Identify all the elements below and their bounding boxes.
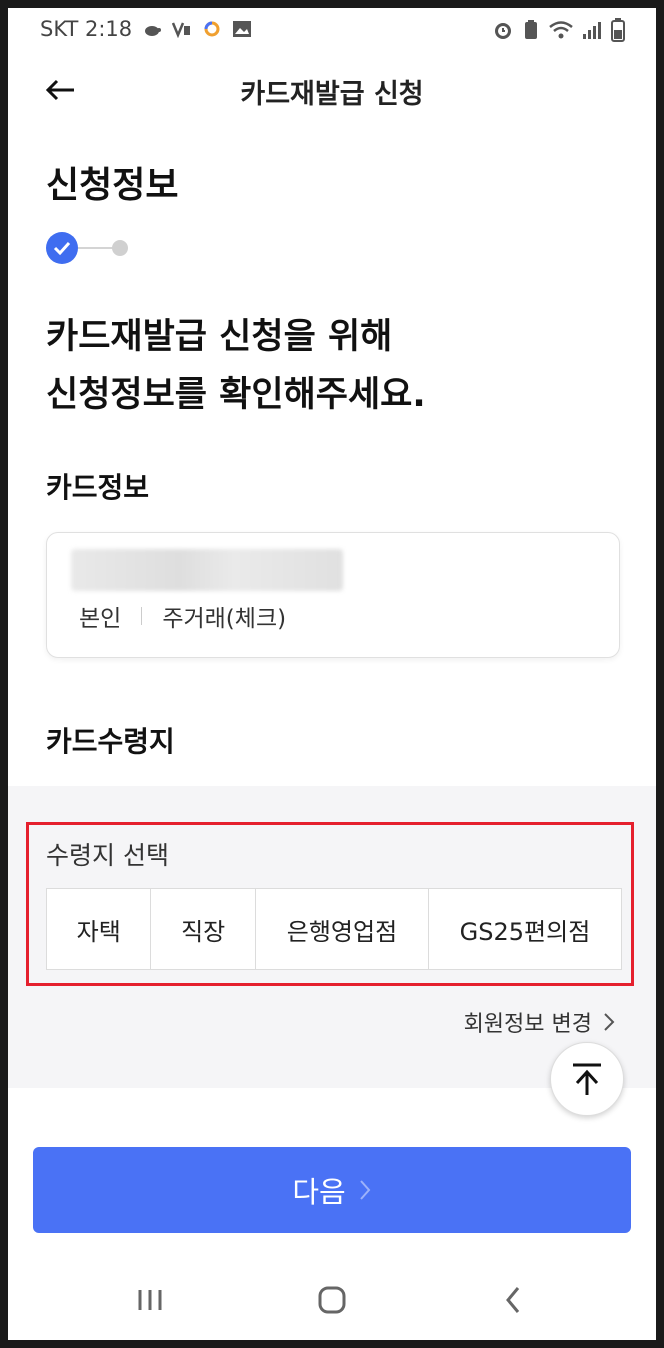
check-icon [53, 241, 71, 256]
signal-icon [583, 22, 601, 39]
image-icon [233, 21, 252, 37]
next-label: 다음 [292, 1175, 346, 1209]
status-right [492, 18, 626, 42]
step-completed [46, 232, 78, 264]
battery-saver-icon [525, 20, 537, 39]
recent-apps-icon[interactable] [120, 1278, 180, 1322]
intro-line-2: 신청정보를 확인해주세요. [46, 375, 426, 415]
carrier-time: SKT 2:18 [40, 17, 133, 41]
back-nav-icon[interactable] [484, 1278, 544, 1322]
divider [141, 607, 143, 625]
chevron-right-icon [359, 1180, 371, 1200]
card-info-box: 본인 주거래(체크) [46, 532, 620, 658]
chevron-right-icon [604, 1013, 615, 1031]
home-icon[interactable] [302, 1278, 362, 1322]
battery-icon [611, 18, 625, 42]
intro-text: 카드재발급 신청을 위해 신청정보를 확인해주세요. [46, 308, 426, 424]
card-meta: 본인 주거래(체크) [79, 599, 286, 633]
next-button[interactable]: 다음 [33, 1147, 631, 1233]
turtle-icon [145, 26, 162, 36]
card-owner: 본인 [79, 606, 122, 632]
top-app-bar: 카드재발급 신청 [8, 60, 656, 120]
app-screen: SKT 2:18 카드재발급 신청 신청정보 카드재발급 신청을 위해 신청정보… [8, 8, 656, 1340]
arrow-up-icon [573, 1063, 601, 1095]
intro-line-1: 카드재발급 신청을 위해 [46, 317, 393, 357]
alarm-icon [495, 23, 511, 39]
receive-title: 카드수령지 [46, 725, 175, 758]
select-label: 수령지 선택 [46, 841, 169, 870]
option-gs25[interactable]: GS25편의점 [429, 889, 621, 969]
member-info-label: 회원정보 변경 [463, 1012, 592, 1037]
option-home[interactable]: 자택 [47, 889, 152, 969]
card-type: 주거래(체크) [162, 606, 287, 632]
progress-stepper [46, 232, 146, 264]
section-heading: 신청정보 [46, 165, 179, 206]
volte-icon [172, 22, 191, 38]
step-pending [112, 240, 128, 256]
app-ring-icon [204, 21, 220, 37]
status-bar: SKT 2:18 [8, 8, 656, 52]
option-work[interactable]: 직장 [151, 889, 256, 969]
scroll-top-button[interactable] [550, 1042, 624, 1116]
page-title: 카드재발급 신청 [240, 79, 424, 110]
system-nav-bar [8, 1258, 656, 1340]
status-left: SKT 2:18 [40, 17, 252, 41]
card-info-title: 카드정보 [46, 471, 150, 504]
member-info-link[interactable]: 회원정보 변경 [464, 1006, 616, 1038]
card-number-masked [71, 549, 343, 591]
option-bank-branch[interactable]: 은행영업점 [256, 889, 429, 969]
receive-options: 자택 직장 은행영업점 GS25편의점 [46, 888, 622, 970]
wifi-icon [549, 21, 573, 39]
